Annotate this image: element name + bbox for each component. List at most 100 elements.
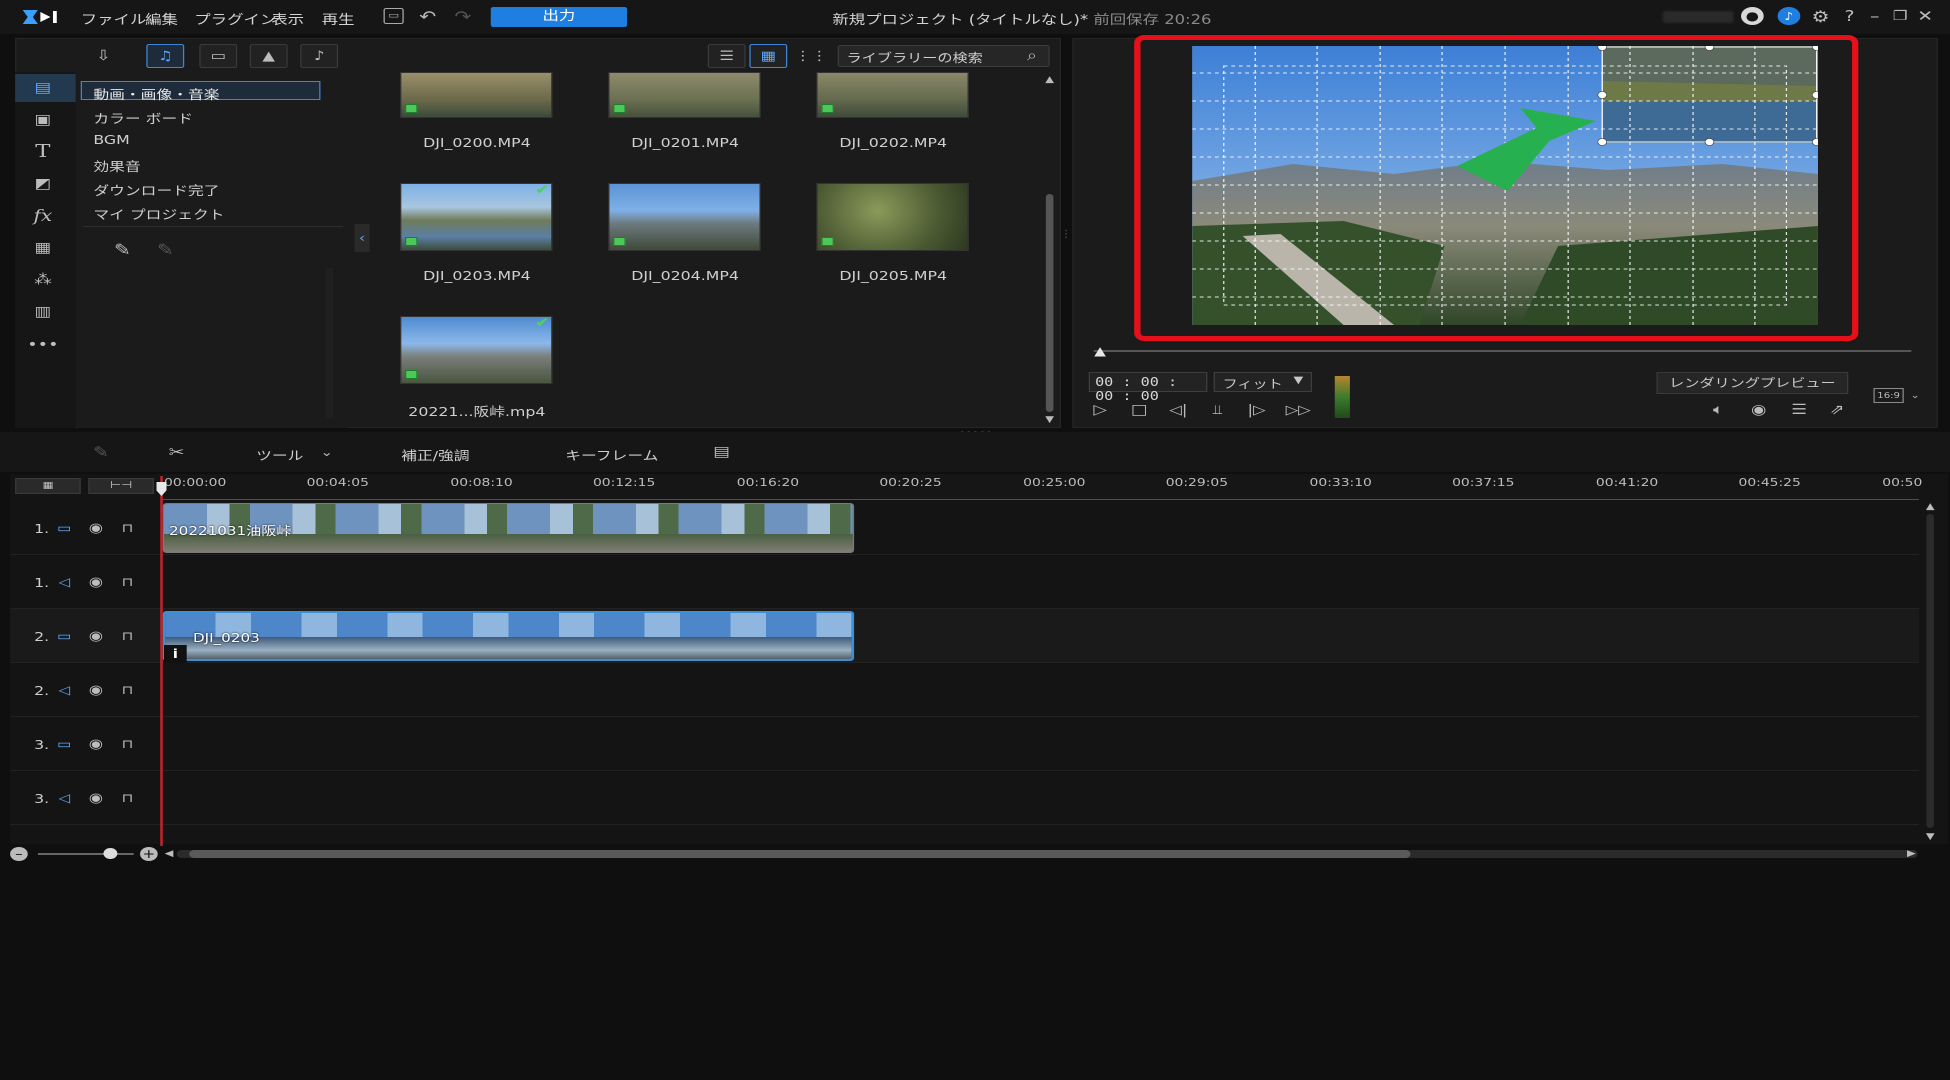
category-item[interactable]: マイ プロジェクト	[93, 204, 224, 223]
visibility-eye-icon[interactable]: ◉	[85, 574, 108, 590]
video-track-icon[interactable]: ▭	[53, 520, 76, 536]
media-thumbnail[interactable]	[399, 72, 553, 118]
visibility-eye-icon[interactable]: ◉	[85, 628, 108, 644]
track-row[interactable]	[10, 663, 1919, 717]
fit-timeline-icon[interactable]: ⊢⊣	[88, 478, 154, 494]
pip-room-icon[interactable]: ▦	[28, 238, 58, 258]
track-manager-icon[interactable]: ▦	[15, 478, 81, 494]
notification-icon[interactable]: ♪	[1777, 7, 1801, 25]
media-room-icon[interactable]: ▤	[28, 78, 58, 98]
more-icon[interactable]: •••	[27, 335, 58, 355]
media-thumbnail[interactable]	[608, 72, 761, 118]
split-icon[interactable]: ⫫	[1205, 400, 1230, 420]
effect-room-icon[interactable]: fx	[28, 205, 58, 225]
zoom-select[interactable]: フィット ▼	[1213, 372, 1313, 392]
audio-track-icon[interactable]: ◁	[53, 574, 76, 590]
zoom-in-icon[interactable]: +	[140, 847, 158, 861]
thumbnail-size-icon[interactable]: ⋮⋮	[795, 46, 828, 66]
list-view-icon[interactable]: ☰	[707, 44, 746, 68]
remove-tag-icon[interactable]: ✎	[151, 238, 179, 260]
visibility-eye-icon[interactable]: ◉	[85, 682, 108, 698]
fix-enhance-button[interactable]: 補正/強調	[401, 445, 469, 464]
timeline-clip-overlay[interactable]: DJI_0203	[162, 611, 855, 661]
preview-settings-icon[interactable]: ☰	[1786, 400, 1811, 420]
play-icon[interactable]: ▷	[1087, 400, 1112, 420]
tools-menu[interactable]: ツール	[256, 445, 303, 464]
playhead[interactable]	[160, 476, 163, 846]
track-row[interactable]	[10, 717, 1919, 771]
edit-pen-icon[interactable]: ✎	[86, 442, 116, 462]
menu-view[interactable]: 表示	[271, 9, 304, 28]
media-thumbnail[interactable]	[816, 183, 969, 251]
visibility-eye-icon[interactable]: ◉	[85, 520, 108, 536]
media-thumbnail[interactable]	[399, 316, 553, 384]
timeline-scroll-up-icon[interactable]: ▲	[1923, 502, 1938, 512]
visibility-eye-icon[interactable]: ◉	[85, 736, 108, 752]
menu-file[interactable]: ファイル	[81, 9, 147, 28]
aspect-dropdown-icon[interactable]: ⌄	[1908, 390, 1923, 402]
hscroll-right-icon[interactable]: ▶	[1904, 847, 1919, 861]
keyframe-button[interactable]: キーフレーム	[565, 445, 658, 464]
category-scrollbar[interactable]	[325, 268, 334, 418]
category-item[interactable]: 効果音	[93, 156, 140, 175]
scissors-icon[interactable]: ✂	[164, 442, 189, 462]
volume-icon[interactable]: 🔈︎	[1706, 400, 1731, 420]
filter-audio-icon[interactable]: ♪	[300, 44, 339, 68]
fast-forward-icon[interactable]: ▷▷	[1283, 400, 1313, 420]
lock-icon[interactable]: ⊓	[117, 789, 137, 807]
lock-icon[interactable]: ⊓	[117, 735, 137, 753]
filter-image-icon[interactable]: ▲	[249, 44, 288, 68]
scroll-up-icon[interactable]: ▲	[1042, 74, 1057, 86]
preview-scrubber[interactable]	[1093, 350, 1912, 352]
track-row[interactable]	[10, 771, 1919, 825]
zoom-out-icon[interactable]: –	[10, 847, 28, 861]
menu-play[interactable]: 再生	[322, 9, 355, 28]
save-icon[interactable]: ▭	[383, 8, 404, 24]
timecode-display[interactable]: 00 : 00 : 00 : 00	[1088, 372, 1208, 403]
category-item[interactable]: ダウンロード完了	[93, 180, 219, 199]
library-search-input[interactable]: ライブラリーの検索	[837, 45, 1050, 67]
transition-room-icon[interactable]: ◩	[28, 174, 58, 194]
redo-icon[interactable]: ↷	[452, 6, 475, 26]
export-button[interactable]: 出力	[490, 7, 628, 27]
search-icon[interactable]: ⌕	[1021, 47, 1044, 65]
library-scrollbar-thumb[interactable]	[1045, 194, 1054, 412]
particle-room-icon[interactable]: ⁂	[28, 270, 58, 290]
filter-video-icon[interactable]: ♫	[146, 44, 185, 68]
lock-icon[interactable]: ⊓	[117, 681, 137, 699]
minimize-icon[interactable]: –	[1865, 6, 1885, 26]
timeline-clip-main[interactable]: 20221031油阪峠	[162, 503, 855, 553]
account-icon[interactable]: ●	[1741, 7, 1764, 25]
add-tag-icon[interactable]: ✎	[108, 238, 136, 260]
audio-track-icon[interactable]: ◁	[53, 790, 76, 806]
category-item[interactable]: カラー ボード	[93, 108, 193, 127]
visibility-eye-icon[interactable]: ◉	[85, 790, 108, 806]
scroll-down-icon[interactable]: ▼	[1042, 414, 1057, 426]
media-thumbnail[interactable]	[399, 183, 553, 251]
title-room-icon[interactable]: T	[28, 141, 58, 162]
media-thumbnail[interactable]	[816, 72, 969, 118]
zoom-slider-track[interactable]	[37, 853, 134, 855]
aspect-ratio-button[interactable]: 16:9	[1873, 388, 1904, 403]
menu-plugin[interactable]: プラグイン	[194, 9, 276, 28]
import-media-icon[interactable]: ⇩	[91, 46, 116, 66]
close-icon[interactable]: ✕	[1915, 6, 1935, 26]
restore-icon[interactable]: ❐	[1890, 6, 1910, 26]
timeline-scroll-down-icon[interactable]: ▼	[1923, 832, 1938, 842]
help-icon[interactable]: ?	[1839, 6, 1859, 26]
panel-resize-handle[interactable]: ⋮	[1060, 224, 1073, 244]
timeline-vscroll[interactable]	[1926, 514, 1935, 828]
menu-edit[interactable]: 編集	[145, 9, 178, 28]
audio-track-icon[interactable]: ◁	[53, 682, 76, 698]
settings-gear-icon[interactable]: ⚙	[1809, 6, 1832, 26]
lock-icon[interactable]: ⊓	[117, 519, 137, 537]
prev-frame-icon[interactable]: ◁|	[1166, 400, 1191, 420]
undock-icon[interactable]: ⇗	[1824, 400, 1849, 420]
category-item[interactable]: BGM	[93, 132, 129, 147]
tools-dropdown-icon[interactable]: ⌄	[318, 444, 336, 460]
template-room-icon[interactable]: ▣	[28, 110, 58, 130]
media-thumbnail[interactable]	[608, 183, 761, 251]
next-frame-icon[interactable]: |▷	[1244, 400, 1269, 420]
video-track-icon[interactable]: ▭	[53, 736, 76, 752]
render-preview-button[interactable]: レンダリングプレビュー	[1656, 372, 1849, 394]
